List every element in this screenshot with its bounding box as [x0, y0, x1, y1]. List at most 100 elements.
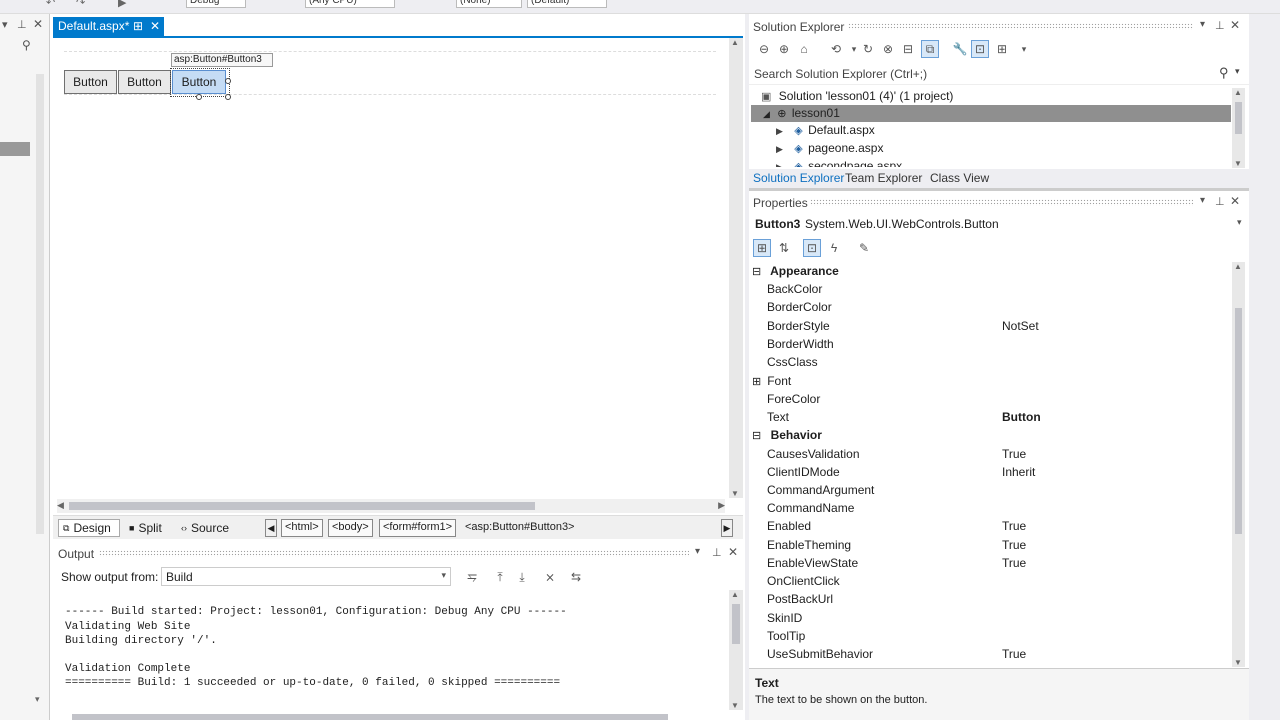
start-icon[interactable]: ▶ — [118, 0, 126, 9]
property-row[interactable]: ForeColor — [767, 390, 1237, 408]
forward-icon[interactable]: ⊕ — [775, 40, 793, 58]
tab-solution-explorer[interactable]: Solution Explorer — [753, 171, 844, 185]
tree-vscrollbar[interactable]: ▲ ▼ — [1232, 88, 1245, 168]
toolbox-scrollbar[interactable] — [36, 74, 44, 534]
property-row[interactable]: ToolTip — [767, 627, 1237, 645]
resize-handle[interactable] — [225, 78, 231, 84]
asp-button-2[interactable]: Button — [118, 70, 171, 94]
undo-icon[interactable]: ↶ — [46, 0, 55, 9]
redo-icon[interactable]: ↷ — [76, 0, 85, 9]
property-row[interactable]: ⊞ Font — [752, 372, 1237, 390]
scroll-down-icon[interactable]: ▼ — [1234, 159, 1242, 168]
show-all-files-icon[interactable]: ⧉ — [921, 40, 939, 58]
chevron-down-icon[interactable]: ▾ — [1015, 40, 1033, 58]
refresh-icon[interactable]: ↻ — [859, 40, 877, 58]
property-row[interactable]: ClientIDMode Inherit — [767, 463, 1237, 481]
source-view-button[interactable]: ‹› Source — [177, 519, 241, 537]
tab-team-explorer[interactable]: Team Explorer — [845, 171, 922, 185]
breadcrumb-form[interactable]: <form#form1> — [379, 519, 457, 537]
pin-icon[interactable]: ⊥ — [1215, 19, 1225, 32]
designer-vscrollbar[interactable]: ▲ ▼ — [729, 38, 743, 498]
panel-splitter[interactable] — [749, 188, 1249, 191]
sync-icon[interactable]: ⟲ — [827, 40, 845, 58]
config-dropdown[interactable]: Debug — [186, 0, 246, 8]
expand-arrow-icon[interactable]: ▶ — [776, 144, 783, 154]
property-row[interactable]: CommandName — [767, 499, 1237, 517]
tab-default-aspx[interactable]: Default.aspx* ⊞ ✕ — [53, 17, 164, 36]
pin-icon[interactable]: ⊞ — [133, 19, 143, 33]
alphabetical-icon[interactable]: ⇅ — [775, 239, 793, 257]
collapse-all-icon[interactable]: ⊟ — [899, 40, 917, 58]
property-value[interactable]: True — [1002, 517, 1026, 535]
property-value[interactable]: NotSet — [1002, 317, 1039, 335]
output-source-select[interactable]: Build ▾ — [161, 567, 451, 586]
chevron-down-icon[interactable]: ▾ — [1235, 66, 1240, 77]
platform-dropdown[interactable]: (Any CPU) — [305, 0, 395, 8]
design-surface[interactable] — [53, 38, 743, 498]
scroll-down-icon[interactable]: ▼ — [1234, 658, 1242, 667]
pin-icon[interactable]: ⊥ — [1215, 195, 1225, 208]
style-dropdown[interactable]: (Default) — [527, 0, 607, 8]
scroll-thumb[interactable] — [1235, 308, 1242, 534]
tree-solution-node[interactable]: ▣ Solution 'lesson01 (4)' (1 project) — [761, 88, 953, 105]
pin-icon[interactable]: ⊥ — [712, 546, 722, 559]
next-message-icon[interactable]: ⤓ — [513, 568, 531, 586]
dropdown-arrow-icon[interactable]: ▾ — [1200, 195, 1205, 206]
prev-message-icon[interactable]: ⤒ — [491, 568, 509, 586]
stop-icon[interactable]: ⊗ — [879, 40, 897, 58]
properties-wrench-icon[interactable]: 🔧 — [951, 40, 969, 58]
property-row[interactable]: SkinID — [767, 609, 1237, 627]
property-row[interactable]: UseSubmitBehavior True — [767, 645, 1237, 663]
collapse-icon[interactable]: ⊟ — [752, 430, 761, 442]
scroll-up-icon[interactable]: ▲ — [731, 590, 739, 599]
search-icon[interactable]: ⚲ — [1219, 65, 1229, 81]
tree-project-node[interactable]: ◢ ⊕ lesson01 — [751, 105, 1231, 122]
expand-icon[interactable]: ⊞ — [752, 376, 761, 388]
resize-handle[interactable] — [196, 94, 202, 100]
property-value[interactable]: Button — [1002, 408, 1041, 426]
view-class-diagram-icon[interactable]: ⊞ — [993, 40, 1011, 58]
property-row[interactable]: BorderWidth — [767, 335, 1237, 353]
solution-search-box[interactable]: Search Solution Explorer (Ctrl+;) ⚲ ▾ — [749, 63, 1249, 85]
crumb-forward-icon[interactable]: ▶ — [721, 519, 733, 537]
scroll-right-icon[interactable]: ▶ — [718, 500, 725, 511]
property-value[interactable]: Inherit — [1002, 463, 1035, 481]
panel-grip[interactable] — [848, 23, 1193, 30]
expand-arrow-icon[interactable]: ▶ — [776, 162, 783, 167]
close-icon[interactable]: ✕ — [1230, 18, 1240, 32]
category-behavior[interactable]: ⊟ Behavior — [752, 426, 1237, 444]
asp-button-1[interactable]: Button — [64, 70, 117, 94]
word-wrap-icon[interactable]: ⇆ — [567, 568, 585, 586]
dropdown-arrow-icon[interactable]: ▾ — [1200, 19, 1205, 30]
property-row[interactable]: CssClass — [767, 353, 1237, 371]
scroll-thumb[interactable] — [69, 502, 535, 510]
collapse-icon[interactable]: ⊟ — [752, 266, 761, 278]
breadcrumb-html[interactable]: <html> — [281, 519, 323, 537]
property-pages-icon[interactable]: ✎ — [855, 239, 873, 257]
search-icon[interactable]: ⚲ — [22, 38, 31, 52]
events-lightning-icon[interactable]: ϟ — [825, 239, 843, 257]
dropdown-arrow-icon[interactable]: ▾ — [695, 546, 700, 557]
output-vscrollbar[interactable]: ▲ ▼ — [729, 590, 743, 710]
toolbox-item[interactable] — [0, 142, 30, 156]
close-icon[interactable]: ✕ — [33, 17, 43, 31]
expand-arrow-icon[interactable]: ▶ — [776, 126, 783, 136]
scroll-thumb[interactable] — [1235, 102, 1242, 134]
scroll-down-icon[interactable]: ▼ — [731, 701, 739, 710]
target-dropdown[interactable]: (None) — [456, 0, 522, 8]
search-input[interactable]: Search Solution Explorer (Ctrl+;) — [754, 67, 927, 81]
scroll-down-icon[interactable]: ▼ — [731, 489, 739, 498]
dropdown-arrow-icon[interactable]: ▾ — [2, 18, 8, 31]
property-row[interactable]: BorderColor — [767, 298, 1237, 316]
property-value[interactable]: True — [1002, 536, 1026, 554]
category-appearance[interactable]: ⊟ Appearance — [752, 262, 1237, 280]
split-view-button[interactable]: ■ Split — [125, 519, 175, 537]
back-icon[interactable]: ⊖ — [755, 40, 773, 58]
property-row[interactable]: BackColor — [767, 280, 1237, 298]
property-row[interactable]: EnableViewState True — [767, 554, 1237, 572]
close-icon[interactable]: ✕ — [728, 545, 738, 559]
panel-grip[interactable] — [810, 199, 1193, 206]
scroll-up-icon[interactable]: ▲ — [1234, 88, 1242, 97]
scroll-up-icon[interactable]: ▲ — [1234, 262, 1242, 271]
property-row[interactable]: PostBackUrl — [767, 590, 1237, 608]
